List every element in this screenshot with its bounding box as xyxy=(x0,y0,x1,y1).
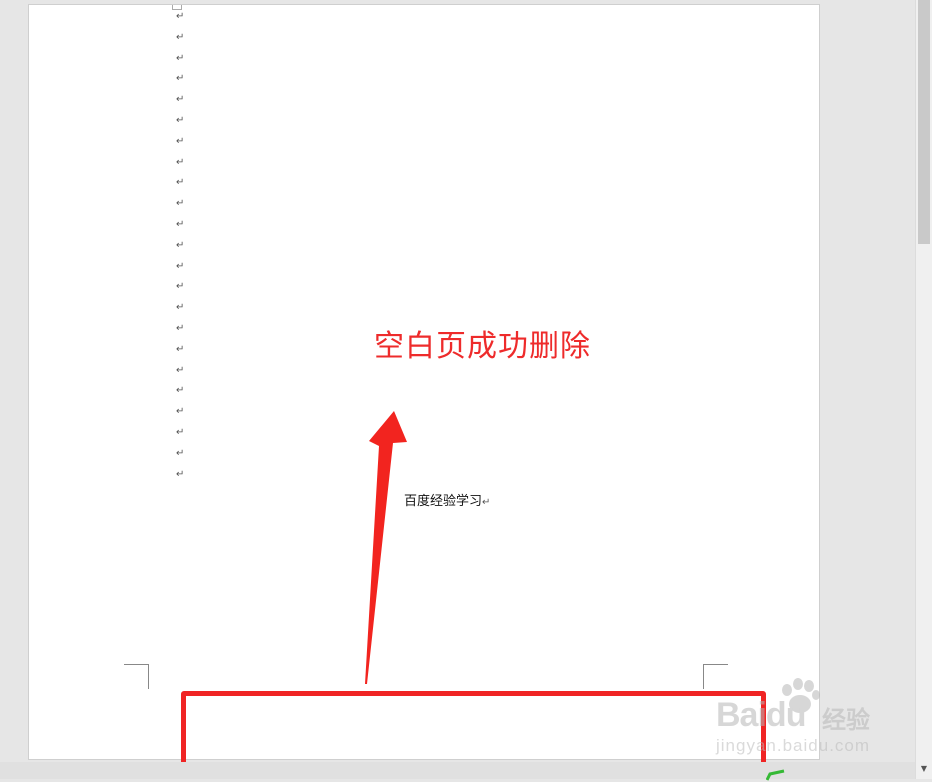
arrow-shape xyxy=(365,411,407,684)
watermark-url: jingyan.baidu.com xyxy=(716,736,871,755)
scroll-down-icon[interactable]: ▼ xyxy=(918,762,930,776)
watermark-brand-suffix: du xyxy=(765,696,807,734)
watermark-brand-prefix: Bai xyxy=(716,696,767,734)
watermark-brand: Baidu xyxy=(716,696,807,735)
annotation-arrow xyxy=(365,411,407,684)
green-corner-mark xyxy=(766,769,785,781)
vertical-scrollbar[interactable]: ▼ xyxy=(915,0,932,779)
scrollbar-thumb[interactable] xyxy=(918,0,930,244)
watermark-chinese: 经验 xyxy=(822,706,870,734)
baidu-watermark: Baidu 经验 jingyan.baidu.com xyxy=(716,678,896,762)
